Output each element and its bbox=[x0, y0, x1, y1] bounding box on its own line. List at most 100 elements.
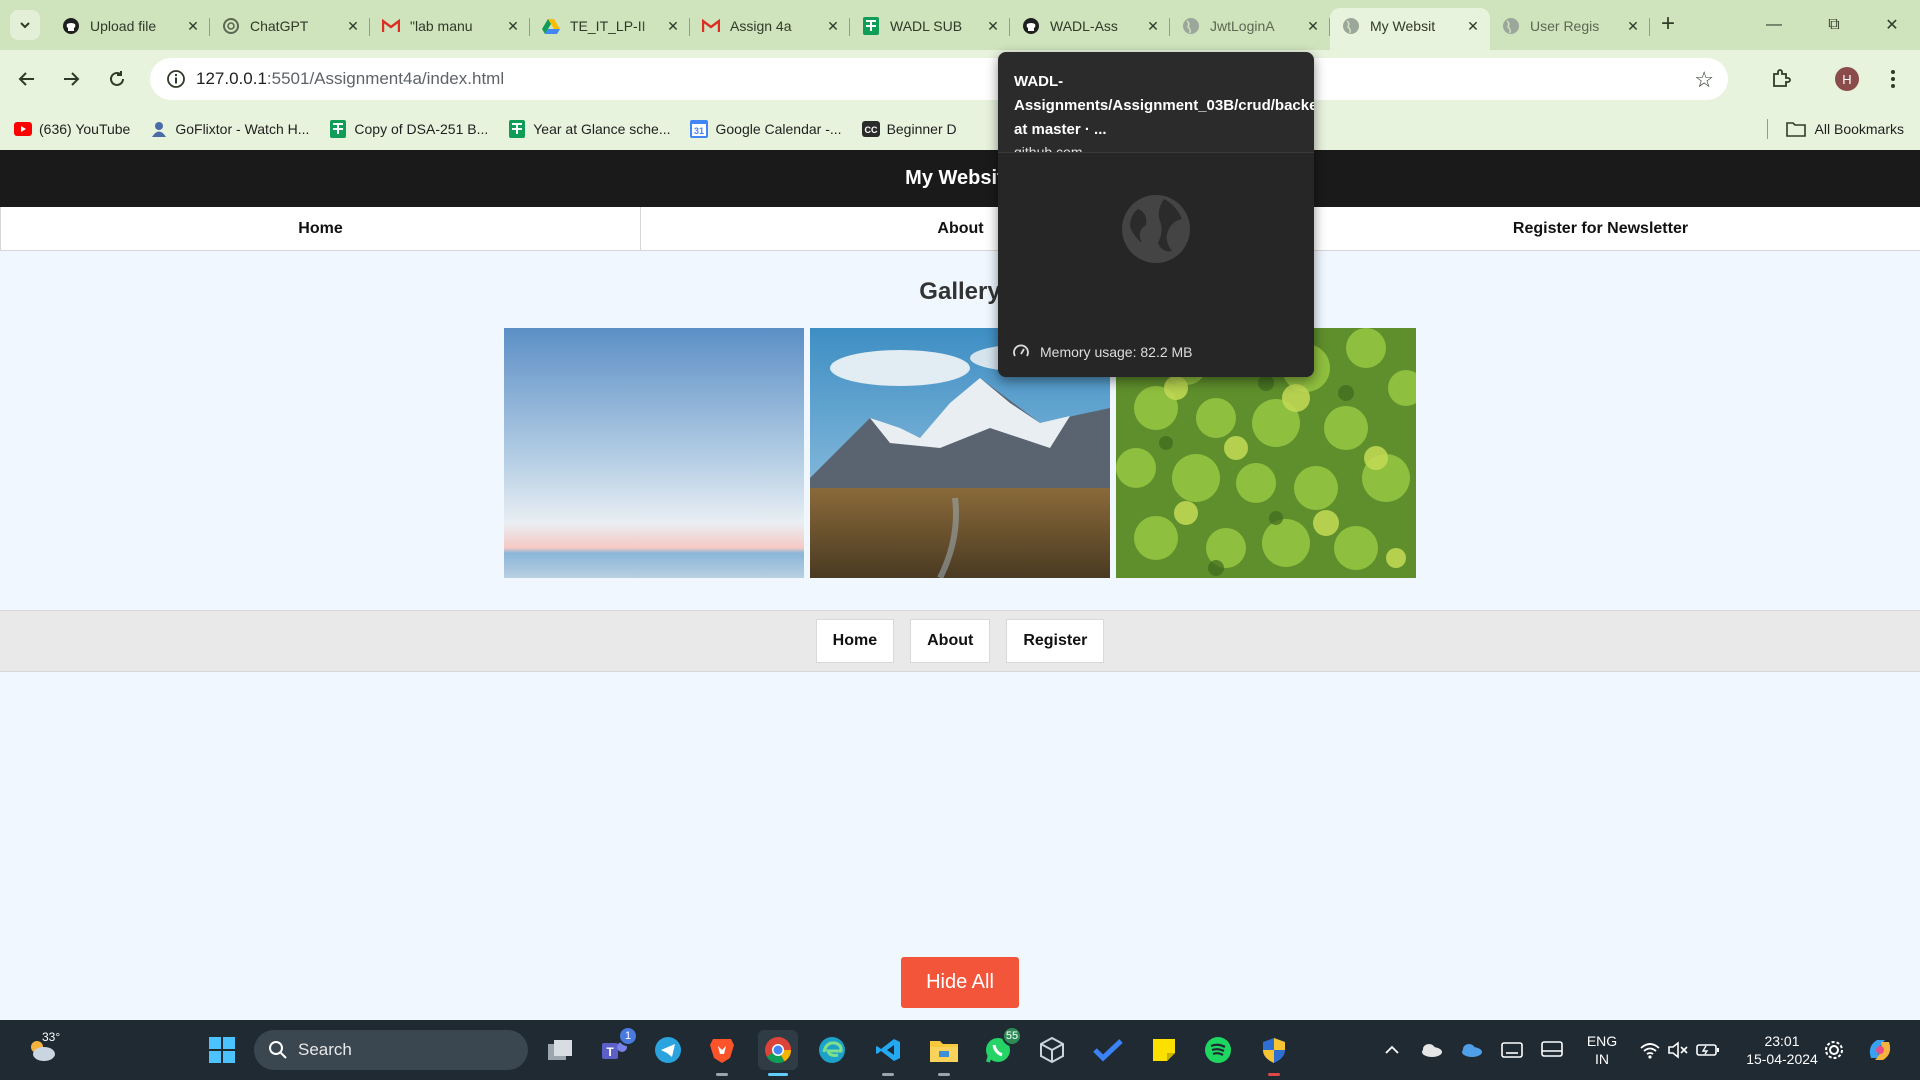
bookmark-item[interactable]: GoFlixtor - Watch H... bbox=[150, 120, 309, 138]
taskbar-search[interactable]: Search bbox=[254, 1030, 528, 1070]
arrow-left-icon bbox=[18, 72, 34, 86]
browser-tab[interactable]: My Websit ✕ bbox=[1330, 8, 1490, 50]
tab-title: ChatGPT bbox=[250, 18, 309, 34]
globe-icon bbox=[1122, 195, 1190, 263]
new-tab-button[interactable]: + bbox=[1652, 8, 1684, 40]
tab-title: My Websit bbox=[1370, 18, 1436, 34]
browser-tab[interactable]: User Regis ✕ bbox=[1490, 8, 1650, 44]
footer-home-button[interactable]: Home bbox=[815, 619, 895, 663]
task-view-icon[interactable] bbox=[540, 1030, 580, 1070]
close-tab-icon[interactable]: ✕ bbox=[344, 18, 362, 35]
virtualbox-icon[interactable] bbox=[1032, 1030, 1072, 1070]
keyboard-icon[interactable] bbox=[1492, 1030, 1532, 1070]
security-shield-icon[interactable] bbox=[1254, 1030, 1294, 1076]
footer-register-button[interactable]: Register bbox=[1006, 619, 1105, 663]
tab-hover-card: WADL-Assignments/Assignment_03B/crud/bac… bbox=[998, 52, 1314, 377]
battery-icon[interactable] bbox=[1688, 1030, 1728, 1070]
close-tab-icon[interactable]: ✕ bbox=[984, 18, 1002, 35]
display-icon[interactable] bbox=[1532, 1030, 1572, 1070]
back-button[interactable] bbox=[12, 64, 42, 94]
close-tab-icon[interactable]: ✕ bbox=[1144, 18, 1162, 35]
file-explorer-icon[interactable] bbox=[924, 1030, 964, 1076]
notification-settings-icon[interactable] bbox=[1814, 1030, 1854, 1070]
clock-date: 15-04-2024 bbox=[1746, 1051, 1818, 1067]
gmail-icon bbox=[702, 17, 720, 35]
browser-tab[interactable]: "lab manu ✕ bbox=[370, 8, 530, 44]
close-tab-icon[interactable]: ✕ bbox=[1304, 18, 1322, 35]
brave-icon[interactable] bbox=[702, 1030, 742, 1076]
browser-tab[interactable]: ChatGPT ✕ bbox=[210, 8, 370, 44]
browser-tab[interactable]: TE_IT_LP-II ✕ bbox=[530, 8, 690, 44]
chevron-down-icon bbox=[20, 22, 30, 29]
close-tab-icon[interactable]: ✕ bbox=[1624, 18, 1642, 35]
extensions-icon[interactable] bbox=[1766, 64, 1796, 94]
tab-title: JwtLoginA bbox=[1210, 18, 1275, 34]
profile-avatar[interactable]: H bbox=[1832, 64, 1862, 94]
bookmarks-bar: (636) YouTube GoFlixtor - Watch H... Copy … bbox=[0, 108, 1920, 150]
drive-icon bbox=[542, 17, 560, 35]
spotify-icon[interactable] bbox=[1198, 1030, 1238, 1070]
bookmark-item[interactable]: Copy of DSA-251 B... bbox=[329, 120, 488, 138]
folder-icon bbox=[1785, 122, 1806, 137]
address-bar[interactable]: 127.0.0.1:5501/Assignment4a/index.html ☆ bbox=[150, 58, 1728, 100]
close-tab-icon[interactable]: ✕ bbox=[664, 18, 682, 35]
browser-tab[interactable]: WADL SUB ✕ bbox=[850, 8, 1010, 44]
clock[interactable]: 23:01 15-04-2024 bbox=[1740, 1032, 1824, 1068]
browser-tab[interactable]: Upload file ✕ bbox=[50, 8, 210, 44]
forward-button[interactable] bbox=[56, 64, 86, 94]
close-tab-icon[interactable]: ✕ bbox=[1464, 18, 1482, 35]
minimize-button[interactable]: — bbox=[1746, 0, 1802, 50]
language-code: ENG bbox=[1586, 1033, 1618, 1049]
edge-icon[interactable] bbox=[812, 1030, 852, 1070]
whatsapp-icon[interactable]: 55 bbox=[978, 1026, 1022, 1070]
browser-tab[interactable]: Assign 4a ✕ bbox=[690, 8, 850, 44]
footer-about-button[interactable]: About bbox=[910, 619, 991, 663]
whatsapp-badge: 55 bbox=[1002, 1026, 1022, 1046]
reload-button[interactable] bbox=[102, 64, 132, 94]
browser-tab[interactable]: JwtLoginA ✕ bbox=[1170, 8, 1330, 44]
region-code: IN bbox=[1595, 1051, 1609, 1067]
browser-tab[interactable]: WADL-Ass ✕ bbox=[1010, 8, 1170, 44]
more-menu-icon[interactable] bbox=[1878, 64, 1908, 94]
nav-home-link[interactable]: Home bbox=[0, 207, 640, 250]
bookmark-item[interactable]: Year at Glance sche... bbox=[508, 120, 670, 138]
bookmark-item[interactable]: 31 Google Calendar -... bbox=[690, 120, 842, 138]
teams-icon[interactable]: T 1 bbox=[594, 1026, 638, 1070]
hide-all-button[interactable]: Hide All bbox=[901, 957, 1019, 1008]
cloud-sync-icon[interactable] bbox=[1452, 1030, 1492, 1070]
copilot-icon[interactable] bbox=[1860, 1030, 1900, 1070]
gmail-icon bbox=[382, 17, 400, 35]
vscode-icon[interactable] bbox=[868, 1030, 908, 1076]
bookmark-star-icon[interactable]: ☆ bbox=[1694, 67, 1714, 93]
bookmark-item[interactable]: CC Beginner D bbox=[861, 120, 957, 138]
bookmark-label: GoFlixtor - Watch H... bbox=[175, 121, 310, 137]
calendar-icon: 31 bbox=[690, 120, 709, 138]
chrome-icon[interactable] bbox=[758, 1030, 798, 1076]
telegram-icon[interactable] bbox=[648, 1030, 688, 1070]
search-placeholder: Search bbox=[298, 1040, 352, 1059]
bookmark-item[interactable]: (636) YouTube bbox=[14, 120, 130, 138]
weather-widget[interactable]: 33° bbox=[22, 1030, 62, 1070]
nav-register-link[interactable]: Register for Newsletter bbox=[1280, 207, 1920, 250]
chevron-up-icon[interactable] bbox=[1372, 1030, 1412, 1070]
memory-usage: Memory usage: 82.2 MB bbox=[1012, 343, 1193, 361]
sheets-icon bbox=[862, 17, 880, 35]
sticky-notes-icon[interactable] bbox=[1144, 1030, 1184, 1070]
running-indicator bbox=[716, 1073, 728, 1076]
language-indicator[interactable]: ENG IN bbox=[1580, 1032, 1624, 1068]
globe-icon bbox=[1182, 17, 1200, 35]
tab-search-button[interactable] bbox=[10, 10, 40, 40]
restore-button[interactable]: ⧉ bbox=[1806, 0, 1862, 50]
start-button[interactable] bbox=[202, 1030, 242, 1070]
youtube-icon bbox=[14, 120, 32, 138]
bookmark-label: Year at Glance sche... bbox=[533, 121, 671, 137]
close-window-button[interactable]: ✕ bbox=[1864, 0, 1920, 50]
all-bookmarks-button[interactable]: All Bookmarks bbox=[1766, 119, 1904, 139]
close-tab-icon[interactable]: ✕ bbox=[824, 18, 842, 35]
todo-icon[interactable] bbox=[1088, 1030, 1128, 1070]
onedrive-icon[interactable] bbox=[1412, 1030, 1452, 1070]
bookmark-label: Beginner D bbox=[886, 121, 957, 137]
close-tab-icon[interactable]: ✕ bbox=[504, 18, 522, 35]
site-info-icon[interactable] bbox=[156, 69, 196, 89]
close-tab-icon[interactable]: ✕ bbox=[184, 18, 202, 35]
